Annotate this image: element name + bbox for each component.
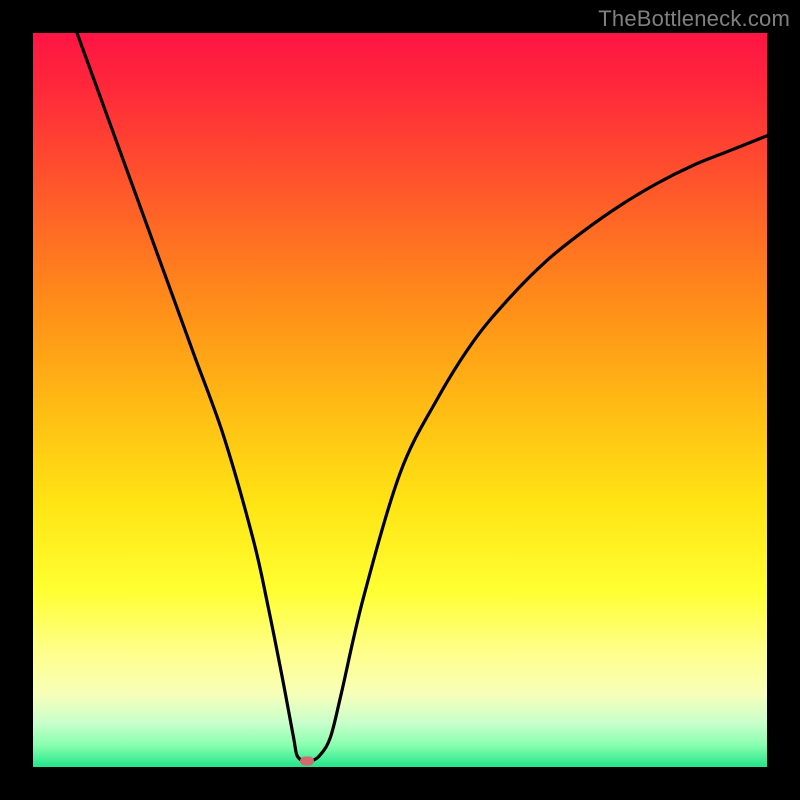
optimal-point-marker [300, 757, 314, 766]
watermark-text: TheBottleneck.com [598, 6, 790, 32]
plot-background [33, 33, 767, 767]
